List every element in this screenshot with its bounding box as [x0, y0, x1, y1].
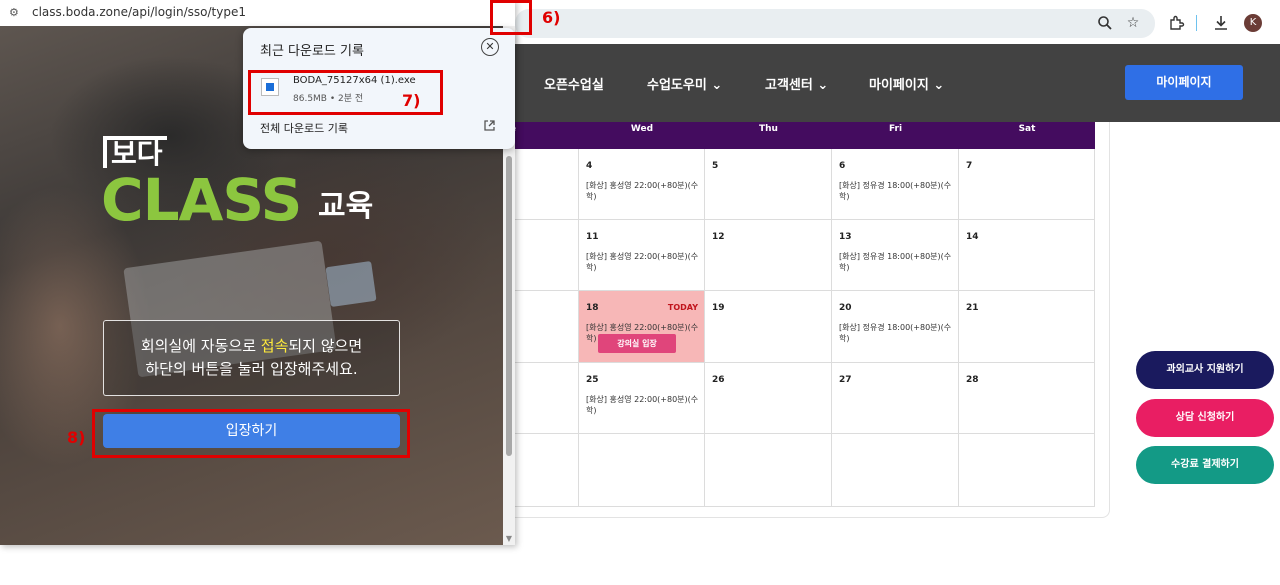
calendar: e Wed Thu Fri Sat 4 [화상] 홍성영 22:00(+80분)(…	[510, 122, 1110, 518]
download-toolbar-icon[interactable]	[1212, 14, 1230, 32]
consult-request-button[interactable]: 상담 신청하기	[1136, 399, 1274, 437]
calendar-cell[interactable]: 28	[959, 363, 1095, 434]
calendar-cell[interactable]: 19	[705, 291, 832, 363]
calendar-cell[interactable]: 21	[959, 291, 1095, 363]
scroll-down-arrow-icon[interactable]: ▼	[503, 533, 515, 545]
bookmark-star-icon[interactable]: ☆	[1124, 14, 1142, 32]
day-number: 21	[966, 303, 979, 313]
logo-edu: 교육	[318, 189, 374, 224]
day-number: 19	[712, 303, 725, 313]
day-number: 11	[586, 232, 599, 242]
scrollbar-thumb[interactable]	[506, 156, 512, 456]
calendar-event[interactable]: [화상] 정유경 18:00(+80분)(수학)	[839, 251, 957, 273]
calendar-cell[interactable]	[515, 149, 579, 220]
annotation-label-6: 6)	[542, 8, 561, 27]
calendar-cell[interactable]	[515, 291, 579, 363]
calendar-cell[interactable]: 25 [화상] 홍성영 22:00(+80분)(수학)	[579, 363, 705, 434]
day-number: 18	[586, 303, 599, 313]
phone-image	[325, 260, 377, 308]
extensions-icon[interactable]	[1167, 14, 1185, 32]
day-number: 5	[712, 161, 719, 171]
calendar-cell[interactable]: 12	[705, 220, 832, 291]
calendar-cell[interactable]: 6 [화상] 정유경 18:00(+80분)(수학)	[832, 149, 959, 220]
day-number: 4	[586, 161, 593, 171]
site-info-icon[interactable]: ⚙	[9, 6, 19, 19]
calendar-cell[interactable]	[579, 434, 705, 507]
calendar-event[interactable]: [화상] 정유경 18:00(+80분)(수학)	[839, 180, 957, 202]
day-number: 14	[966, 232, 979, 242]
downloads-title: 최근 다운로드 기록	[260, 44, 364, 59]
annotation-label-7: 7)	[402, 91, 421, 110]
apply-tutor-button[interactable]: 과외교사 지원하기	[1136, 351, 1274, 389]
day-number: 13	[839, 232, 852, 242]
calendar-cell[interactable]: 14	[959, 220, 1095, 291]
all-downloads-link[interactable]: 전체 다운로드 기록	[260, 120, 348, 136]
nav-open-classroom[interactable]: 오픈수업실	[544, 74, 604, 93]
auto-connect-message: 회의실에 자동으로 접속되지 않으면 하단의 버튼을 눌러 입장해주세요.	[103, 320, 400, 396]
day-number: 7	[966, 161, 973, 171]
dayname-sat: Sat	[1018, 124, 1036, 134]
calendar-cell[interactable]: 13 [화상] 정유경 18:00(+80분)(수학)	[832, 220, 959, 291]
message-line2: 하단의 버튼을 눌러 입장해주세요.	[145, 360, 358, 378]
site-header: 오픈수업실 수업도우미 ⌄ 고객센터 ⌄ 마이페이지 ⌄ 마이페이지	[515, 44, 1280, 122]
calendar-cell[interactable]	[705, 434, 832, 507]
logo-boda: 보다	[103, 136, 167, 168]
day-number: 28	[966, 375, 979, 385]
dayname-fri: Fri	[888, 124, 903, 134]
day-number: 6	[839, 161, 846, 171]
calendar-event[interactable]: [화상] 정유경 18:00(+80분)(수학)	[839, 322, 957, 344]
popup-url-bar: ⚙ class.boda.zone/api/login/sso/type1	[0, 0, 515, 26]
toolbar-divider	[1196, 15, 1197, 31]
mypage-button[interactable]: 마이페이지	[1125, 65, 1243, 100]
calendar-cell[interactable]: 20 [화상] 정유경 18:00(+80분)(수학)	[832, 291, 959, 363]
logo-class: CLASS	[101, 166, 302, 234]
day-number: 27	[839, 375, 852, 385]
calendar-cell[interactable]: 5	[705, 149, 832, 220]
tuition-payment-button[interactable]: 수강료 결제하기	[1136, 446, 1274, 484]
enter-classroom-button[interactable]: 강의실 입장	[598, 334, 676, 353]
message-line1-pre: 회의실에 자동으로	[140, 337, 261, 355]
zoom-icon[interactable]	[1096, 14, 1114, 32]
popup-url: class.boda.zone/api/login/sso/type1	[32, 5, 246, 19]
day-number: 26	[712, 375, 725, 385]
calendar-cell[interactable]	[515, 434, 579, 507]
annotation-box-6	[490, 0, 532, 35]
calendar-cell[interactable]: 27	[832, 363, 959, 434]
nav-mypage[interactable]: 마이페이지 ⌄	[869, 74, 944, 93]
day-number: 20	[839, 303, 852, 313]
calendar-cell[interactable]	[515, 220, 579, 291]
calendar-event[interactable]: [화상] 홍성영 22:00(+80분)(수학)	[586, 180, 704, 202]
annotation-label-8: 8)	[67, 428, 86, 447]
today-badge: TODAY	[667, 303, 698, 312]
nav-class-helper[interactable]: 수업도우미 ⌄	[647, 74, 722, 93]
calendar-cell[interactable]	[959, 434, 1095, 507]
dayname-thu: Thu	[759, 124, 778, 134]
calendar-event[interactable]: [화상] 홍성영 22:00(+80분)(수학)	[586, 251, 704, 273]
nav-customer-center[interactable]: 고객센터 ⌄	[765, 74, 828, 93]
message-line1-post: 되지 않으면	[288, 337, 363, 355]
annotation-box-8	[92, 409, 410, 458]
day-number: 12	[712, 232, 725, 242]
open-external-icon[interactable]	[483, 119, 496, 135]
dayname-wed: Wed	[630, 124, 654, 134]
address-bar[interactable]	[515, 9, 1155, 38]
day-number: 25	[586, 375, 599, 385]
calendar-cell[interactable]: 26	[705, 363, 832, 434]
profile-avatar[interactable]: K	[1244, 14, 1262, 32]
close-icon[interactable]: ✕	[481, 38, 499, 56]
calendar-cell[interactable]: 7	[959, 149, 1095, 220]
calendar-cell[interactable]: 4 [화상] 홍성영 22:00(+80분)(수학)	[579, 149, 705, 220]
calendar-cell[interactable]	[515, 363, 579, 434]
message-highlight: 접속	[260, 337, 289, 355]
calendar-header: e Wed Thu Fri Sat	[510, 122, 1095, 149]
calendar-event[interactable]: [화상] 홍성영 22:00(+80분)(수학)	[586, 394, 704, 416]
calendar-cell-today[interactable]: 18 [화상] 홍성영 22:00(+80분)(수학) TODAY 강의실 입장	[579, 291, 705, 363]
calendar-cell[interactable]: 11 [화상] 홍성영 22:00(+80분)(수학)	[579, 220, 705, 291]
calendar-cell[interactable]	[832, 434, 959, 507]
